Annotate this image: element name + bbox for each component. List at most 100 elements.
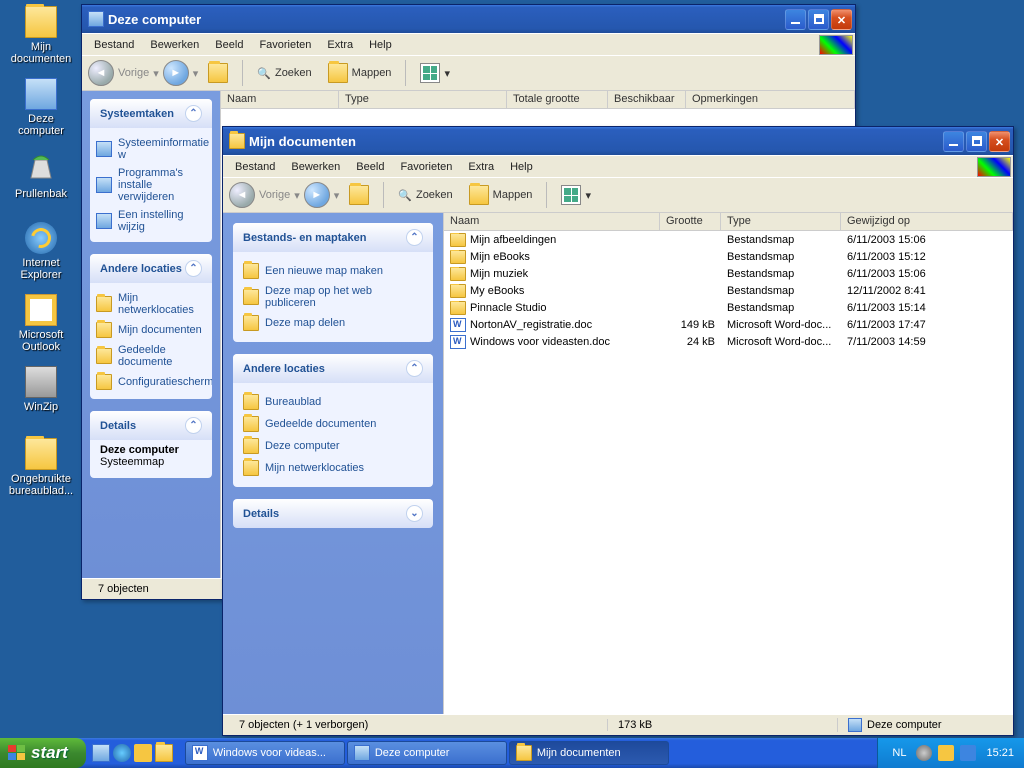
- titlebar[interactable]: Deze computer: [82, 5, 855, 33]
- system-tray[interactable]: NL 15:21: [877, 738, 1024, 768]
- maximize-button[interactable]: [808, 9, 829, 30]
- side-link[interactable]: Systeeminformatie w: [96, 134, 206, 164]
- desktop-icon-prullenbak[interactable]: Prullenbak: [4, 150, 78, 200]
- side-link[interactable]: Deze computer: [243, 435, 423, 457]
- tray-icon[interactable]: [938, 745, 954, 761]
- menu-favorieten[interactable]: Favorieten: [251, 36, 319, 54]
- up-button[interactable]: [202, 60, 234, 86]
- up-button[interactable]: [343, 182, 375, 208]
- desktop-icon-internet-explorer[interactable]: Internet Explorer: [4, 222, 78, 281]
- file-listing[interactable]: Naam Grootte Type Gewijzigd op Mijn afbe…: [443, 213, 1013, 714]
- desktop-icon-microsoft-outlook[interactable]: Microsoft Outlook: [4, 294, 78, 353]
- col-header[interactable]: Naam: [221, 91, 339, 108]
- window-mijn-documenten[interactable]: Mijn documenten BestandBewerkenBeeldFavo…: [222, 126, 1014, 736]
- side-link[interactable]: Programma's installe verwijderen: [96, 164, 206, 206]
- menu-extra[interactable]: Extra: [460, 158, 502, 176]
- menu-favorieten[interactable]: Favorieten: [392, 158, 460, 176]
- chevron-up-icon: ⌃: [185, 417, 202, 434]
- menu-help[interactable]: Help: [502, 158, 541, 176]
- file-row[interactable]: Windows voor videasten.doc24 kBMicrosoft…: [444, 333, 1013, 350]
- close-button[interactable]: [989, 131, 1010, 152]
- col-date[interactable]: Gewijzigd op: [841, 213, 1013, 230]
- col-header[interactable]: Type: [339, 91, 507, 108]
- side-link[interactable]: Configuratiescherm: [96, 371, 206, 393]
- tray-icon[interactable]: [960, 745, 976, 761]
- side-link[interactable]: Gedeelde documenten: [243, 413, 423, 435]
- col-name[interactable]: Naam: [444, 213, 660, 230]
- views-button[interactable]: ▾: [555, 182, 597, 208]
- task-button[interactable]: Windows voor videas...: [185, 741, 345, 765]
- col-type[interactable]: Type: [721, 213, 841, 230]
- start-button[interactable]: start: [0, 738, 86, 768]
- col-size[interactable]: Grootte: [660, 213, 721, 230]
- language-indicator[interactable]: NL: [888, 747, 910, 759]
- file-row[interactable]: Pinnacle StudioBestandsmap6/11/2003 15:1…: [444, 299, 1013, 316]
- views-button[interactable]: ▾: [414, 60, 456, 86]
- column-headers[interactable]: Naam Grootte Type Gewijzigd op: [444, 213, 1013, 231]
- file-row[interactable]: Mijn muziekBestandsmap6/11/2003 15:06: [444, 265, 1013, 282]
- ql-outlook-icon[interactable]: [134, 744, 152, 762]
- side-link[interactable]: Mijn netwerklocaties: [96, 289, 206, 319]
- panel-other-header[interactable]: Andere locaties⌃: [233, 354, 433, 383]
- panel-systasks-header[interactable]: Systeemtaken⌃: [90, 99, 212, 128]
- folders-button[interactable]: Mappen: [463, 182, 539, 208]
- back-button[interactable]: ◄: [88, 60, 114, 86]
- menu-extra[interactable]: Extra: [319, 36, 361, 54]
- col-header[interactable]: Opmerkingen: [686, 91, 855, 108]
- desktop-icon-mijn-documenten[interactable]: Mijn documenten: [4, 6, 78, 65]
- ql-ie-icon[interactable]: [113, 744, 131, 762]
- file-row[interactable]: Mijn afbeeldingenBestandsmap6/11/2003 15…: [444, 231, 1013, 248]
- folders-button[interactable]: Mappen: [322, 60, 398, 86]
- side-link[interactable]: Mijn documenten: [96, 319, 206, 341]
- task-button[interactable]: Mijn documenten: [509, 741, 669, 765]
- window-title: Mijn documenten: [249, 134, 943, 149]
- panel-other-header[interactable]: Andere locaties⌃: [90, 254, 212, 283]
- file-row[interactable]: Mijn eBooksBestandsmap6/11/2003 15:12: [444, 248, 1013, 265]
- forward-button[interactable]: ►: [163, 60, 189, 86]
- col-header[interactable]: Totale grootte: [507, 91, 608, 108]
- task-button[interactable]: Deze computer: [347, 741, 507, 765]
- side-link[interactable]: Een instelling wijzig: [96, 206, 206, 236]
- minimize-button[interactable]: [943, 131, 964, 152]
- menu-bewerken[interactable]: Bewerken: [283, 158, 348, 176]
- side-link[interactable]: Deze map op het web publiceren: [243, 282, 423, 312]
- panel-filetasks-header[interactable]: Bestands- en maptaken⌃: [233, 223, 433, 252]
- titlebar[interactable]: Mijn documenten: [223, 127, 1013, 155]
- search-button[interactable]: 🔍Zoeken: [251, 64, 317, 83]
- ql-show-desktop-icon[interactable]: [92, 744, 110, 762]
- menu-help[interactable]: Help: [361, 36, 400, 54]
- chevron-up-icon: ⌃: [406, 229, 423, 246]
- minimize-button[interactable]: [785, 9, 806, 30]
- ql-explorer-icon[interactable]: [155, 744, 173, 762]
- computer-icon: [848, 718, 862, 732]
- panel-details-header[interactable]: Details⌄: [233, 499, 433, 528]
- clock[interactable]: 15:21: [986, 747, 1014, 759]
- side-link[interactable]: Bureaublad: [243, 391, 423, 413]
- menu-bestand[interactable]: Bestand: [86, 36, 142, 54]
- side-link[interactable]: Een nieuwe map maken: [243, 260, 423, 282]
- side-link[interactable]: Gedeelde documente: [96, 341, 206, 371]
- column-headers[interactable]: NaamTypeTotale grootteBeschikbaarOpmerki…: [221, 91, 855, 109]
- desktop-icon-deze-computer[interactable]: Deze computer: [4, 78, 78, 137]
- tray-icon[interactable]: [916, 745, 932, 761]
- maximize-button[interactable]: [966, 131, 987, 152]
- side-link[interactable]: Mijn netwerklocaties: [243, 457, 423, 479]
- link-icon: [243, 263, 259, 279]
- col-header[interactable]: Beschikbaar: [608, 91, 686, 108]
- menu-beeld[interactable]: Beeld: [207, 36, 251, 54]
- taskbar: start Windows voor videas...Deze compute…: [0, 738, 1024, 768]
- menu-beeld[interactable]: Beeld: [348, 158, 392, 176]
- side-link[interactable]: Deze map delen: [243, 312, 423, 334]
- back-button[interactable]: ◄: [229, 182, 255, 208]
- menu-bewerken[interactable]: Bewerken: [142, 36, 207, 54]
- file-row[interactable]: NortonAV_registratie.doc149 kBMicrosoft …: [444, 316, 1013, 333]
- desktop-icon-winzip[interactable]: WinZip: [4, 366, 78, 413]
- menu-bestand[interactable]: Bestand: [227, 158, 283, 176]
- desktop-icon-ongebruikte-bureaublad-[interactable]: Ongebruikte bureaublad...: [4, 438, 78, 497]
- back-label: Vorige: [118, 67, 149, 79]
- file-row[interactable]: My eBooksBestandsmap12/11/2002 8:41: [444, 282, 1013, 299]
- forward-button[interactable]: ►: [304, 182, 330, 208]
- search-button[interactable]: 🔍Zoeken: [392, 186, 458, 205]
- panel-details-header[interactable]: Details⌃: [90, 411, 212, 440]
- close-button[interactable]: [831, 9, 852, 30]
